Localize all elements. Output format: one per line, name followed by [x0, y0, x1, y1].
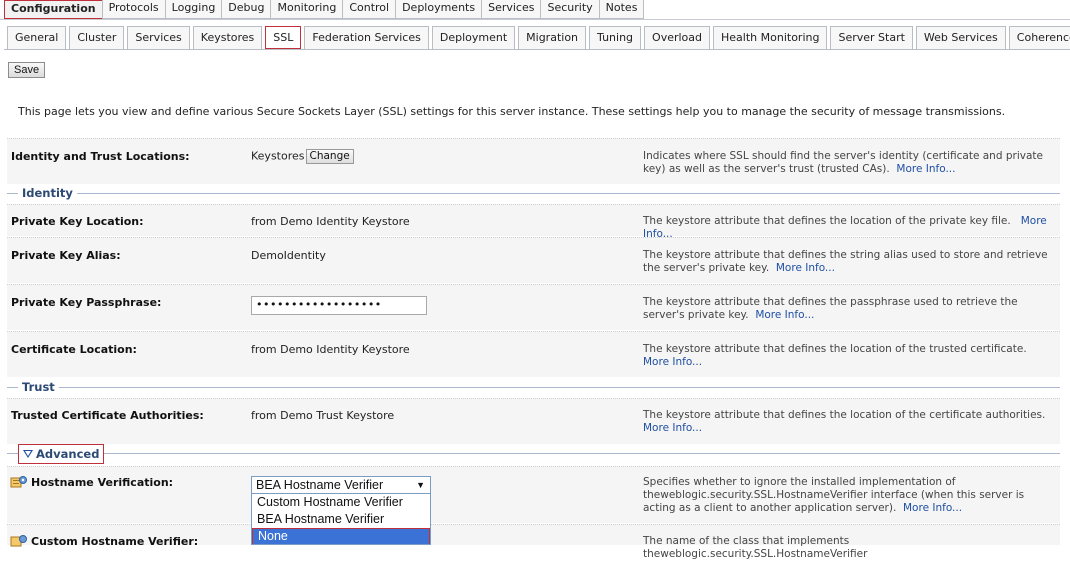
private-key-alias-desc: The keystore attribute that defines the … — [643, 249, 1057, 275]
identity-trust-label: Identity and Trust Locations: — [11, 150, 190, 163]
more-info-link[interactable]: More Info... — [643, 356, 702, 368]
certificate-location-value: from Demo Identity Keystore — [251, 343, 410, 356]
trusted-cas-desc: The keystore attribute that defines the … — [643, 409, 1057, 435]
change-button[interactable]: Change — [305, 149, 354, 164]
advanced-section-title: Advanced — [36, 447, 100, 461]
more-info-link[interactable]: More Info... — [755, 309, 814, 321]
trusted-cas-row: Trusted Certificate Authorities: from De… — [7, 398, 1060, 444]
top-tab-bar: Configuration Protocols Logging Debug Mo… — [4, 0, 645, 19]
subtab-deployment[interactable]: Deployment — [431, 26, 516, 49]
private-key-alias-row: Private Key Alias: DemoIdentity The keys… — [7, 237, 1060, 283]
identity-trust-desc-text: Indicates where SSL should find the serv… — [643, 150, 1043, 175]
tab-notes[interactable]: Notes — [598, 0, 645, 19]
more-info-link[interactable]: More Info... — [643, 422, 702, 434]
identity-trust-desc: Indicates where SSL should find the serv… — [643, 150, 1057, 176]
subtab-general[interactable]: General — [7, 26, 67, 49]
identity-section-title: Identity — [18, 186, 77, 200]
identity-trust-row: Identity and Trust Locations: Keystores C… — [7, 138, 1060, 184]
trust-section-line — [7, 387, 1060, 388]
certificate-location-desc-text: The keystore attribute that defines the … — [643, 343, 1027, 355]
private-key-location-value: from Demo Identity Keystore — [251, 215, 410, 228]
configuration-icon — [10, 475, 28, 489]
subtab-cluster[interactable]: Cluster — [69, 26, 125, 49]
advanced-section-line — [7, 453, 1060, 454]
hostname-verification-label: Hostname Verification: — [31, 476, 174, 489]
custom-hostname-verifier-row: Custom Hostname Verifier: The name of th… — [7, 524, 1060, 560]
subtab-web-services[interactable]: Web Services — [915, 26, 1006, 49]
private-key-passphrase-row: Private Key Passphrase: ••••••••••••••••… — [7, 284, 1060, 330]
advanced-toggle[interactable]: Advanced — [18, 444, 104, 464]
subtab-keystores[interactable]: Keystores — [192, 26, 263, 49]
trusted-cas-desc-text: The keystore attribute that defines the … — [643, 409, 1046, 421]
sub-tab-divider — [4, 49, 1070, 50]
expand-arrow-icon-inner — [25, 451, 31, 456]
tab-configuration[interactable]: Configuration — [4, 0, 103, 19]
hostname-verification-desc-text: Specifies whether to ignore the installe… — [643, 476, 1025, 514]
private-key-passphrase-desc: The keystore attribute that defines the … — [643, 296, 1057, 322]
private-key-passphrase-field[interactable]: •••••••••••••••••• — [251, 296, 427, 315]
tab-deployments[interactable]: Deployments — [395, 0, 483, 19]
subtab-services[interactable]: Services — [127, 26, 190, 49]
dropdown-arrow-icon: ▼ — [416, 480, 425, 490]
more-info-link[interactable]: More Info... — [896, 163, 955, 175]
certificate-location-row: Certificate Location: from Demo Identity… — [7, 331, 1060, 377]
private-key-location-label: Private Key Location: — [11, 215, 144, 228]
custom-hostname-verifier-label: Custom Hostname Verifier: — [31, 535, 199, 548]
identity-section-line — [7, 193, 1060, 194]
private-key-alias-label: Private Key Alias: — [11, 249, 121, 262]
hostname-verification-row: Hostname Verification: BEA Hostname Veri… — [7, 466, 1060, 523]
dropdown-option-custom[interactable]: Custom Hostname Verifier — [252, 494, 430, 511]
save-button[interactable]: Save — [8, 62, 46, 78]
subtab-overload[interactable]: Overload — [644, 26, 711, 49]
hostname-verification-desc: Specifies whether to ignore the installe… — [643, 476, 1057, 515]
dropdown-option-bea[interactable]: BEA Hostname Verifier — [252, 511, 430, 528]
tab-services[interactable]: Services — [481, 0, 542, 19]
subtab-migration[interactable]: Migration — [518, 26, 587, 49]
subtab-ssl[interactable]: SSL — [265, 26, 302, 49]
top-tab-divider — [0, 19, 1070, 20]
subtab-server-start[interactable]: Server Start — [830, 26, 913, 49]
private-key-alias-value: DemoIdentity — [251, 249, 326, 262]
private-key-passphrase-label: Private Key Passphrase: — [11, 296, 162, 309]
identity-trust-value-text: Keystores — [251, 149, 305, 163]
dropdown-option-none[interactable]: None — [252, 528, 430, 544]
custom-hostname-verifier-desc: The name of the class that implements th… — [643, 535, 868, 560]
trusted-cas-value: from Demo Trust Keystore — [251, 409, 395, 422]
tab-monitoring[interactable]: Monitoring — [270, 0, 344, 19]
tab-control[interactable]: Control — [342, 0, 397, 19]
trusted-cas-label: Trusted Certificate Authorities: — [11, 409, 204, 422]
subtab-coherence[interactable]: Coherence — [1008, 26, 1070, 49]
configuration-icon — [10, 534, 28, 548]
hostname-verification-selected: BEA Hostname Verifier — [256, 478, 384, 492]
more-info-link[interactable]: More Info... — [903, 502, 962, 514]
more-info-link[interactable]: More Info... — [776, 262, 835, 274]
tab-debug[interactable]: Debug — [221, 0, 272, 19]
subtab-health-monitoring[interactable]: Health Monitoring — [713, 26, 828, 49]
hostname-verification-select[interactable]: BEA Hostname Verifier ▼ — [251, 476, 431, 494]
private-key-alias-desc-text: The keystore attribute that defines the … — [643, 249, 1048, 274]
identity-trust-value: Keystores Change — [251, 149, 354, 164]
tab-security[interactable]: Security — [540, 0, 600, 19]
trust-section-title: Trust — [18, 380, 59, 394]
page-intro: This page lets you view and define vario… — [18, 105, 1006, 118]
tab-logging[interactable]: Logging — [164, 0, 223, 19]
hostname-verification-dropdown: Custom Hostname Verifier BEA Hostname Ve… — [251, 493, 431, 545]
private-key-location-desc-text: The keystore attribute that defines the … — [643, 215, 1011, 227]
tab-protocols[interactable]: Protocols — [101, 0, 166, 19]
certificate-location-label: Certificate Location: — [11, 343, 137, 356]
certificate-location-desc: The keystore attribute that defines the … — [643, 343, 1057, 369]
private-key-passphrase-desc-text: The keystore attribute that defines the … — [643, 296, 1018, 321]
subtab-federation-services[interactable]: Federation Services — [304, 26, 429, 49]
private-key-location-row: Private Key Location: from Demo Identity… — [7, 204, 1060, 240]
sub-tab-bar: General Cluster Services Keystores SSL F… — [7, 26, 1070, 49]
subtab-tuning[interactable]: Tuning — [589, 26, 642, 49]
